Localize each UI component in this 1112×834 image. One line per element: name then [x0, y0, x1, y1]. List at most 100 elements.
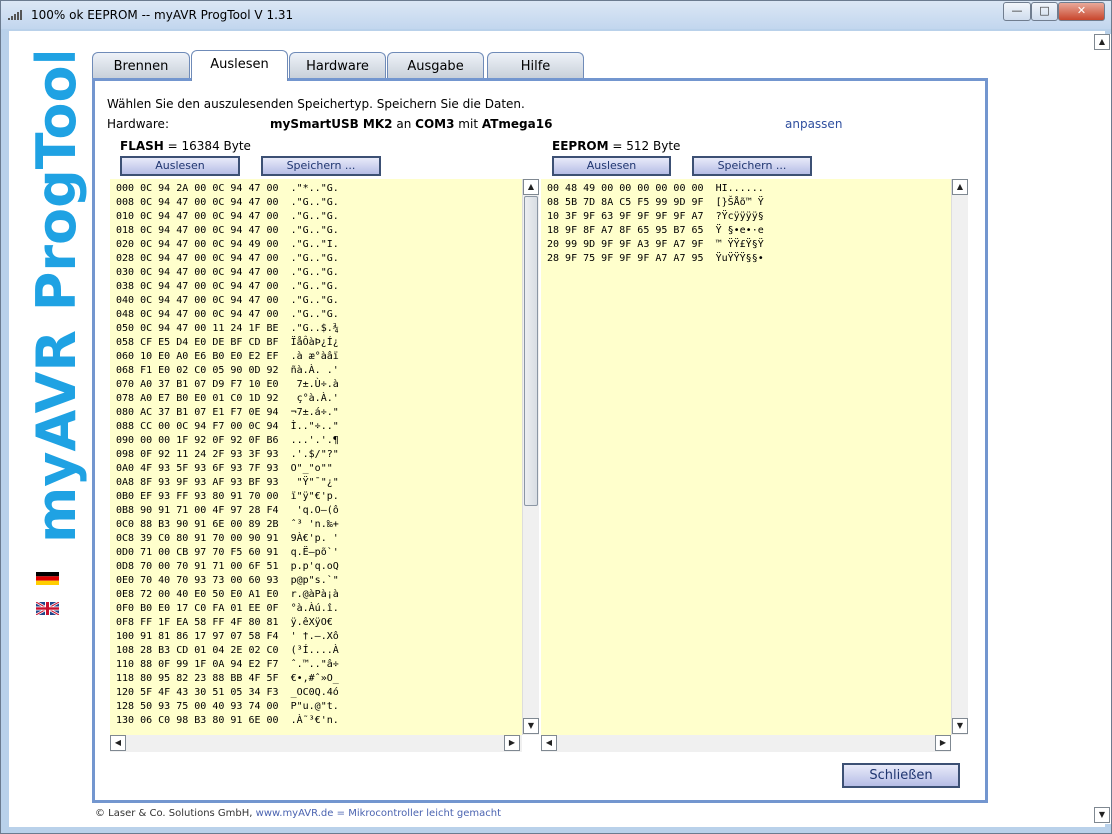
tab-ausgabe[interactable]: Ausgabe	[387, 52, 484, 81]
flash-name: FLASH	[120, 139, 164, 153]
eeprom-hex-row: 28 9F 75 9F 9F 9F A7 A7 95 ŸuŸŸŸ§§•	[547, 253, 764, 264]
maximize-button[interactable]: □	[1031, 2, 1058, 21]
myavr-progtool-logo: myAVR ProgTool	[25, 53, 87, 543]
flash-hex-row: 088 CC 00 0C 94 F7 00 0C 94 Ì.."÷.."	[116, 421, 339, 432]
flash-hex-row: 0B8 90 91 71 00 4F 97 28 F4 'q.O—(ô	[116, 505, 339, 516]
flash-hex-row: 028 0C 94 47 00 0C 94 47 00 ."G.."G.	[116, 253, 339, 264]
anpassen-link[interactable]: anpassen	[785, 117, 842, 131]
eeprom-save-button[interactable]: Speichern ...	[692, 156, 812, 176]
flash-scroll-up-icon[interactable]: ▲	[523, 179, 539, 195]
logo-text: myAVR ProgTool	[25, 53, 87, 543]
tab-hardware[interactable]: Hardware	[289, 52, 386, 81]
eeprom-name: EEPROM	[552, 139, 609, 153]
flash-horizontal-scrollbar[interactable]: ◀ ▶	[110, 735, 522, 752]
flash-hex-row: 0B0 EF 93 FF 93 80 91 70 00 ï"ÿ"€'p.	[116, 491, 339, 502]
flash-hex-row: 120 5F 4F 43 30 51 05 34 F3 _OC0Q.4ó	[116, 687, 339, 698]
schliessen-button[interactable]: Schließen	[842, 763, 960, 788]
flash-scroll-left-icon[interactable]: ◀	[110, 735, 126, 751]
flash-hex-row: 010 0C 94 47 00 0C 94 47 00 ."G.."G.	[116, 211, 339, 222]
flash-save-button[interactable]: Speichern ...	[261, 156, 381, 176]
flash-hex-row: 0F0 B0 E0 17 C0 FA 01 EE 0F °à.Àú.î.	[116, 603, 339, 614]
flash-hex-row: 068 F1 E0 02 C0 05 90 0D 92 ñà.À. .'	[116, 365, 339, 376]
flash-hex-row: 090 00 00 1F 92 0F 92 0F B6 ...'.'.¶	[116, 435, 339, 446]
eeprom-scroll-up-icon[interactable]: ▲	[952, 179, 968, 195]
flash-vertical-scrollbar[interactable]: ▲ ▼	[522, 179, 539, 735]
flash-hex-row: 080 AC 37 B1 07 E1 F7 0E 94 ¬7±.á÷."	[116, 407, 339, 418]
title-bar[interactable]: 100% ok EEPROM -- myAVR ProgTool V 1.31 …	[1, 1, 1111, 29]
eeprom-hex-row: 08 5B 7D 8A C5 F5 99 9D 9F [}ŠÅõ™ Ÿ	[547, 197, 764, 208]
flash-hex-row: 0A0 4F 93 5F 93 6F 93 7F 93 O"_"o""	[116, 463, 333, 474]
hardware-mit: mit	[458, 117, 479, 131]
flash-hex-row: 070 A0 37 B1 07 D9 F7 10 E0 7±.Ù÷.à	[116, 379, 339, 390]
tab-hilfe[interactable]: Hilfe	[487, 52, 584, 81]
flash-hex-row: 040 0C 94 47 00 0C 94 47 00 ."G.."G.	[116, 295, 339, 306]
hardware-device: mySmartUSB MK2	[270, 117, 393, 131]
signal-bars-icon	[8, 10, 22, 20]
flash-hex-row: 0E0 70 40 70 93 73 00 60 93 p@p"s.`"	[116, 575, 339, 586]
window-scrollbar[interactable]: ▲ ▼	[1094, 34, 1111, 824]
flash-hex-row: 0E8 72 00 40 E0 50 E0 A1 E0 r.@àPà¡à	[116, 589, 339, 600]
eeprom-heading: EEPROM = 512 Byte	[552, 139, 680, 153]
flash-hex-row: 000 0C 94 2A 00 0C 94 47 00 ."*.."G.	[116, 183, 339, 194]
footer-site-link[interactable]: www.myAVR.de	[256, 808, 334, 819]
flash-hex-row: 110 88 0F 99 1F 0A 94 E2 F7 ˆ.™.."â÷	[116, 659, 339, 670]
flash-hex-view[interactable]: 000 0C 94 2A 00 0C 94 47 00 ."*.."G. 008 …	[110, 179, 522, 735]
client-area: ▲ ▼ myAVR ProgTool Brennen Auslesen Hard…	[9, 31, 1111, 827]
eeprom-scroll-down-icon[interactable]: ▼	[952, 718, 968, 734]
flash-hex-row: 130 06 C0 98 B3 80 91 6E 00 .À˜³€'n.	[116, 715, 339, 726]
hardware-chip: ATmega16	[481, 117, 553, 131]
flash-hex-row: 058 CF E5 D4 E0 DE BF CD BF ÏåÔàÞ¿Í¿	[116, 337, 339, 348]
flash-hex-row: 128 50 93 75 00 40 93 74 00 P"u.@"t.	[116, 701, 339, 712]
footer-tagline: Mikrocontroller leicht gemacht	[348, 808, 502, 819]
close-window-button[interactable]: ✕	[1058, 2, 1105, 21]
scroll-down-arrow-icon[interactable]: ▼	[1094, 807, 1110, 823]
flash-hex-row: 098 0F 92 11 24 2F 93 3F 93 .'.$/"?"	[116, 449, 339, 460]
flash-read-button[interactable]: Auslesen	[120, 156, 240, 176]
eeprom-scroll-right-icon[interactable]: ▶	[935, 735, 951, 751]
flash-hex-row: 0C0 88 B3 90 91 6E 00 89 2B ˆ³ 'n.‰+	[116, 519, 339, 530]
flash-scroll-right-icon[interactable]: ▶	[504, 735, 520, 751]
eeprom-scroll-left-icon[interactable]: ◀	[541, 735, 557, 751]
app-window: 100% ok EEPROM -- myAVR ProgTool V 1.31 …	[0, 0, 1112, 834]
hardware-label: Hardware:	[107, 117, 169, 131]
eeprom-read-button[interactable]: Auslesen	[552, 156, 671, 176]
flash-heading: FLASH = 16384 Byte	[120, 139, 251, 153]
eeprom-hex-row: 00 48 49 00 00 00 00 00 00 HI......	[547, 183, 764, 194]
eeprom-size: = 512 Byte	[612, 139, 681, 153]
hardware-info: mySmartUSB MK2 an COM3 mit ATmega16	[270, 117, 552, 131]
flash-hex-row: 100 91 81 86 17 97 07 58 F4 ' †.—.Xô	[116, 631, 339, 642]
flash-hex-row: 078 A0 E7 B0 E0 01 C0 1D 92 ç°à.À.'	[116, 393, 339, 404]
eeprom-hex-row: 18 9F 8F A7 8F 65 95 B7 65 Ÿ §•e•·e	[547, 225, 764, 236]
flash-hex-row: 048 0C 94 47 00 0C 94 47 00 ."G.."G.	[116, 309, 339, 320]
flash-size: = 16384 Byte	[167, 139, 251, 153]
window-title: 100% ok EEPROM -- myAVR ProgTool V 1.31	[31, 8, 294, 22]
auslesen-panel: Wählen Sie den auszulesenden Speichertyp…	[92, 78, 988, 803]
scroll-up-arrow-icon[interactable]: ▲	[1094, 34, 1110, 50]
flash-hex-row: 018 0C 94 47 00 0C 94 47 00 ."G.."G.	[116, 225, 339, 236]
flash-scroll-thumb[interactable]	[524, 196, 538, 506]
uk-flag-icon[interactable]	[36, 602, 59, 615]
flash-hex-row: 030 0C 94 47 00 0C 94 47 00 ."G.."G.	[116, 267, 339, 278]
flash-hex-row: 0D8 70 00 70 91 71 00 6F 51 p.p'q.oQ	[116, 561, 339, 572]
eeprom-horizontal-scrollbar[interactable]: ◀ ▶	[541, 735, 951, 752]
flash-scroll-down-icon[interactable]: ▼	[523, 718, 539, 734]
flash-hex-row: 020 0C 94 47 00 0C 94 49 00 ."G.."I.	[116, 239, 339, 250]
flash-hex-row: 0F8 FF 1F EA 58 FF 4F 80 81 ÿ.êXÿO€	[116, 617, 333, 628]
flash-hex-row: 008 0C 94 47 00 0C 94 47 00 ."G.."G.	[116, 197, 339, 208]
hardware-an: an	[396, 117, 412, 131]
eeprom-vertical-scrollbar[interactable]: ▲ ▼	[951, 179, 968, 735]
instruction-text: Wählen Sie den auszulesenden Speichertyp…	[107, 97, 525, 111]
eeprom-hex-row: 20 99 9D 9F 9F A3 9F A7 9F ™ ŸŸ£Ÿ§Ÿ	[547, 239, 764, 250]
eeprom-hex-row: 10 3F 9F 63 9F 9F 9F 9F A7 ?Ÿcÿÿÿÿ§	[547, 211, 764, 222]
flash-hex-row: 0D0 71 00 CB 97 70 F5 60 91 q.Ë—põ`'	[116, 547, 339, 558]
flash-hex-row: 0A8 8F 93 9F 93 AF 93 BF 93 "Ÿ"¯"¿"	[116, 477, 339, 488]
german-flag-icon[interactable]	[36, 572, 59, 585]
footer-eq: =	[336, 808, 345, 819]
footer: © Laser & Co. Solutions GmbH, www.myAVR.…	[95, 808, 501, 819]
flash-hex-row: 038 0C 94 47 00 0C 94 47 00 ."G.."G.	[116, 281, 339, 292]
tab-auslesen[interactable]: Auslesen	[191, 50, 288, 81]
flash-hex-row: 0C8 39 C0 80 91 70 00 90 91 9À€'p. '	[116, 533, 339, 544]
tab-brennen[interactable]: Brennen	[92, 52, 190, 81]
eeprom-hex-view[interactable]: 00 48 49 00 00 00 00 00 00 HI...... 08 5B…	[541, 179, 951, 735]
minimize-button[interactable]: —	[1003, 2, 1031, 21]
